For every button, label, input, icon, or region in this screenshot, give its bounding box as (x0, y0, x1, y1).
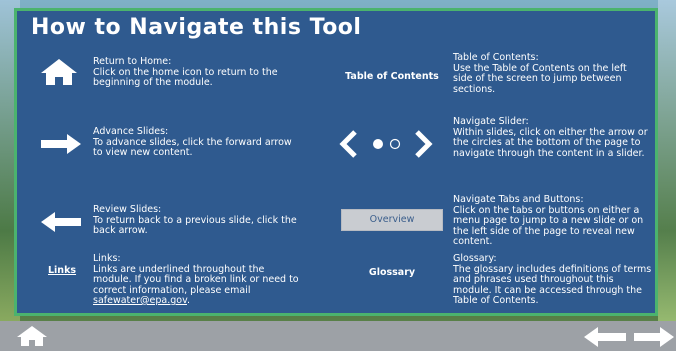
slider-text: Within slides, click on either the arrow… (453, 126, 648, 159)
table-of-contents-label: Table of Contents (345, 71, 439, 82)
tabs-text: Click on the tabs or buttons on either a… (453, 204, 644, 247)
page-title: How to Navigate this Tool (31, 15, 362, 40)
background-image-right (658, 0, 676, 330)
home-description: Return to Home: Click on the home icon t… (93, 56, 313, 89)
slider-dot-active[interactable] (372, 138, 384, 150)
home-icon[interactable] (16, 325, 48, 347)
slider-dot-inactive[interactable] (389, 138, 401, 150)
arrow-right-icon[interactable] (632, 326, 676, 348)
tabs-heading: Navigate Tabs and Buttons: (453, 194, 584, 205)
glossary-heading: Glossary: (453, 253, 497, 264)
arrow-left-icon[interactable] (582, 326, 628, 348)
bottom-navigation-bar (0, 321, 676, 351)
glossary-text: The glossary includes definitions of ter… (453, 263, 652, 306)
glossary-description: Glossary: The glossary includes definiti… (453, 253, 653, 307)
overview-button[interactable]: Overview (341, 209, 443, 231)
review-heading: Review Slides: (93, 204, 162, 215)
review-description: Review Slides: To return back to a previ… (93, 204, 308, 237)
advance-description: Advance Slides: To advance slides, click… (93, 126, 293, 159)
home-icon (41, 59, 77, 85)
links-text: Links are underlined throughout the modu… (93, 263, 299, 296)
advance-heading: Advance Slides: (93, 126, 169, 137)
slider-description: Navigate Slider: Within slides, click on… (453, 116, 653, 159)
slider-controls (339, 128, 439, 160)
home-heading: Return to Home: (93, 56, 172, 67)
tabs-description: Navigate Tabs and Buttons: Click on the … (453, 194, 653, 248)
chevron-right-icon[interactable] (413, 130, 433, 158)
toc-description: Table of Contents: Use the Table of Cont… (453, 52, 648, 95)
home-text: Click on the home icon to return to the … (93, 66, 278, 88)
review-text: To return back to a previous slide, clic… (93, 214, 297, 236)
links-label[interactable]: Links (48, 265, 76, 276)
glossary-label: Glossary (368, 267, 416, 278)
toc-text: Use the Table of Contents on the left si… (453, 62, 627, 95)
arrow-left-icon (41, 212, 81, 232)
arrow-right-icon (41, 134, 81, 154)
slider-heading: Navigate Slider: (453, 116, 529, 127)
links-description: Links: Links are underlined throughout t… (93, 253, 303, 307)
toc-heading: Table of Contents: (453, 52, 539, 63)
advance-text: To advance slides, click the forward arr… (93, 136, 292, 158)
navigation-help-panel: How to Navigate this Tool Return to Home… (14, 8, 658, 316)
chevron-left-icon[interactable] (339, 130, 359, 158)
links-text-block: Links are underlined throughout the modu… (93, 263, 303, 307)
email-link[interactable]: safewater@epa.gov (93, 295, 187, 306)
links-text-suffix: . (186, 295, 191, 306)
